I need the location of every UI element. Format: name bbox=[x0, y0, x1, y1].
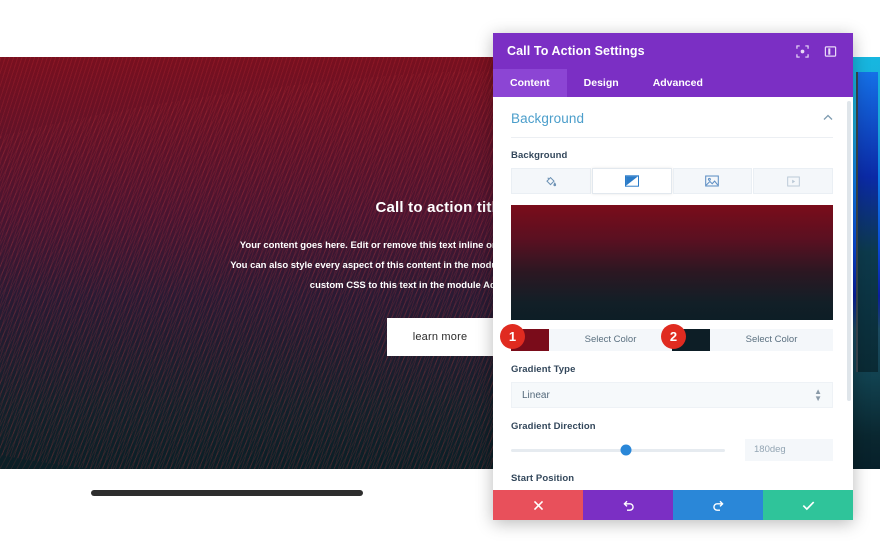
background-type-tabs bbox=[511, 168, 833, 194]
gradient-color-2-cell: 2 Select Color bbox=[661, 324, 833, 351]
gradient-direction-group: Gradient Direction 180deg bbox=[511, 421, 833, 461]
settings-scroll-area: Background Background 1 Select Color 2 S… bbox=[493, 97, 853, 490]
select-color-1-button[interactable]: Select Color bbox=[549, 329, 672, 351]
select-stepper-icon: ▲ ▼ bbox=[814, 386, 822, 403]
background-section-header[interactable]: Background bbox=[511, 111, 833, 138]
cancel-button[interactable] bbox=[493, 490, 583, 520]
annotation-badge-1: 1 bbox=[500, 324, 525, 349]
video-icon bbox=[786, 176, 800, 187]
gradient-direction-knob[interactable] bbox=[620, 444, 632, 456]
modal-header: Call To Action Settings bbox=[493, 33, 853, 69]
background-color-tab[interactable] bbox=[511, 168, 591, 194]
modal-footer bbox=[493, 490, 853, 520]
tab-design[interactable]: Design bbox=[567, 69, 636, 97]
gradient-direction-slider[interactable] bbox=[511, 442, 745, 458]
select-color-2-button[interactable]: Select Color bbox=[710, 329, 833, 351]
slider-track bbox=[511, 448, 725, 452]
undo-icon bbox=[622, 499, 635, 512]
horizontal-scrollbar-thumb[interactable] bbox=[91, 490, 363, 496]
background-gradient-tab[interactable] bbox=[591, 168, 672, 194]
gradient-icon bbox=[624, 175, 639, 187]
layout-panel-icon[interactable] bbox=[821, 42, 839, 60]
gradient-colors-row: 1 Select Color 2 Select Color bbox=[500, 324, 833, 351]
check-icon bbox=[802, 500, 815, 511]
learn-more-button[interactable]: learn more bbox=[386, 317, 494, 356]
tab-content[interactable]: Content bbox=[493, 69, 567, 97]
image-icon bbox=[705, 175, 720, 187]
modal-vertical-scrollbar[interactable] bbox=[847, 101, 851, 401]
modal-tabbar: Content Design Advanced bbox=[493, 69, 853, 97]
gradient-direction-row: 180deg bbox=[511, 439, 833, 461]
modal-title: Call To Action Settings bbox=[507, 44, 645, 58]
gradient-color-1-cell: 1 Select Color bbox=[500, 324, 672, 351]
expand-icon[interactable] bbox=[793, 42, 811, 60]
redo-button[interactable] bbox=[673, 490, 763, 520]
save-button[interactable] bbox=[763, 490, 853, 520]
background-section-title: Background bbox=[511, 111, 585, 126]
start-position-label: Start Position bbox=[511, 473, 575, 484]
background-video-tab[interactable] bbox=[753, 168, 833, 194]
gradient-preview bbox=[511, 205, 833, 320]
redo-icon bbox=[712, 499, 725, 512]
start-position-group: Start Position 0% bbox=[511, 473, 833, 490]
call-to-action-settings-modal: Call To Action Settings Content Design A… bbox=[493, 33, 853, 520]
gradient-direction-value[interactable]: 180deg bbox=[745, 439, 833, 461]
background-image-tab[interactable] bbox=[672, 168, 753, 194]
close-icon bbox=[533, 500, 544, 511]
chevron-up-icon[interactable] bbox=[823, 114, 833, 124]
modal-body: Background Background 1 Select Color 2 S… bbox=[493, 97, 853, 490]
undo-button[interactable] bbox=[583, 490, 673, 520]
gradient-type-label: Gradient Type bbox=[511, 364, 576, 375]
tab-advanced[interactable]: Advanced bbox=[636, 69, 720, 97]
background-field-label: Background bbox=[511, 150, 568, 161]
annotation-badge-2: 2 bbox=[661, 324, 686, 349]
gradient-type-value: Linear bbox=[522, 389, 550, 401]
gradient-type-select[interactable]: Linear ▲ ▼ bbox=[511, 382, 833, 408]
paint-bucket-icon bbox=[544, 175, 557, 188]
gradient-direction-label: Gradient Direction bbox=[511, 421, 596, 432]
page-root: Call to action title Your content goes h… bbox=[0, 0, 880, 559]
adjacent-section-inner-strip bbox=[856, 72, 878, 372]
